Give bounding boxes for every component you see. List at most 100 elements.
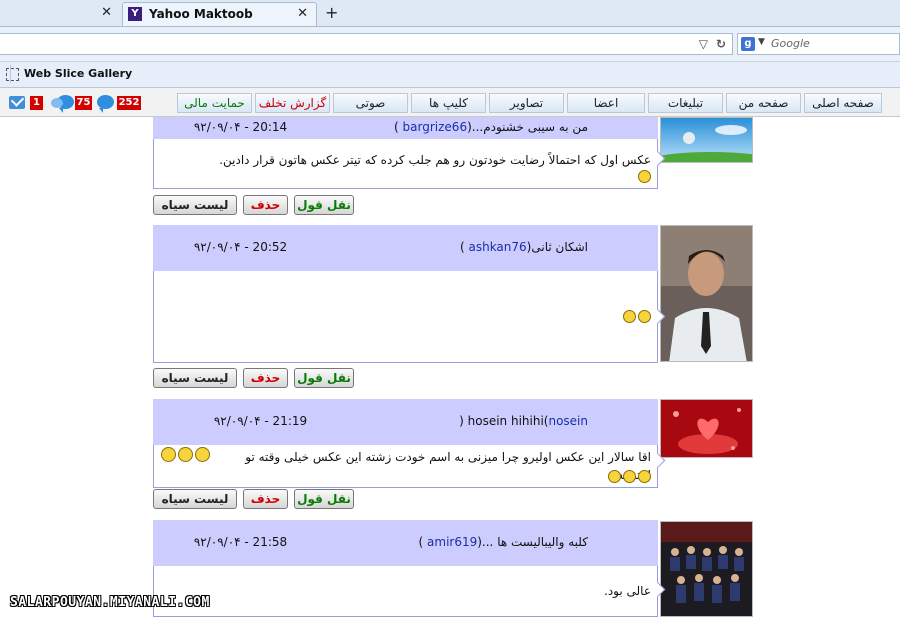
search-input[interactable]: g ▼ Google (737, 33, 900, 55)
nature-icon (661, 118, 752, 162)
tab-title: Yahoo Maktoob (149, 7, 253, 21)
comment-header: ۹۲/۰۹/۰۴ - 21:19 ) hosein hihihi(nosein (153, 399, 658, 445)
nav-ads[interactable]: تبلیغات (648, 93, 723, 113)
red-heart-art-icon (661, 400, 752, 457)
comment-time: ۹۲/۰۹/۰۴ - 20:14 (193, 120, 288, 134)
comment-title-prefix: hosein hihihi( (467, 414, 549, 428)
tab-yahoo-maktoob[interactable]: Y Yahoo Maktoob ✕ (122, 2, 317, 26)
comment-time: ۹۲/۰۹/۰۴ - 20:52 (193, 240, 288, 254)
comment-header: ۹۲/۰۹/۰۴ - 20:52 اشکان ثانی(ashkan76 ) (153, 225, 658, 271)
web-slice-icon (6, 68, 19, 81)
web-slice-gallery-link[interactable]: Web Slice Gallery (4, 65, 132, 83)
comment-time: ۹۲/۰۹/۰۴ - 21:19 (213, 414, 308, 428)
comment-item: ۹۲/۰۹/۰۴ - 20:14 من به سیبی خشنودم...(ba… (153, 117, 753, 217)
comment-title-suffix: ) (459, 414, 464, 428)
comment-title: اشکان ثانی(ashkan76 ) (378, 240, 588, 254)
mail-icon[interactable] (9, 96, 25, 109)
nav-my-page[interactable]: صفحه من (726, 93, 801, 113)
comment-icon[interactable] (97, 95, 114, 113)
watermark: SALARPOUYAN.MIYANALI.COM (10, 595, 210, 610)
comment-actions: لیست سیاه حذف نقل قول (153, 489, 358, 509)
nav-audio[interactable]: صوتی (333, 93, 408, 113)
smiley-icon (195, 447, 210, 462)
web-slice-gallery-label: Web Slice Gallery (24, 67, 133, 80)
comments-list: ۹۲/۰۹/۰۴ - 20:14 من به سیبی خشنودم...(ba… (0, 117, 900, 617)
nav-home[interactable]: صفحه اصلی (804, 93, 882, 113)
new-tab-button[interactable]: + (325, 3, 338, 22)
username-link[interactable]: bargrize66 (403, 120, 468, 134)
chat-icon[interactable] (51, 95, 74, 113)
tab-blank[interactable]: ✕ (0, 2, 120, 26)
smiley-icon (623, 470, 636, 483)
username-link[interactable]: amir619 (427, 535, 477, 549)
smiley-icon (638, 310, 651, 323)
site-nav: 1 75 252 حمایت مالی گزارش تخلف صوتی کلیپ… (0, 88, 900, 117)
comment-actions: لیست سیاه حذف نقل قول (153, 368, 358, 388)
tab-bar: ✕ Y Yahoo Maktoob ✕ + (0, 0, 900, 27)
emoji-row (637, 169, 652, 183)
chat-count-badge: 75 (75, 96, 92, 110)
quote-button[interactable]: نقل قول (294, 195, 354, 215)
avatar[interactable] (660, 225, 753, 362)
delete-button[interactable]: حذف (243, 195, 288, 215)
close-tab-icon[interactable]: ✕ (297, 6, 308, 21)
comment-text: اقا سالار این عکس اولیرو چرا میزنی به اس… (245, 450, 651, 482)
comment-body: عکس اول که احتمالاً رضایت خودتون رو هم ج… (153, 139, 666, 189)
nav-clips[interactable]: کلیپ ها (411, 93, 486, 113)
emoji-row (607, 469, 652, 483)
search-placeholder: Google (771, 37, 810, 50)
comment-title: کلبه والیبالیست ها ...(amir619 ) (378, 535, 588, 549)
delete-button[interactable]: حذف (243, 368, 288, 388)
comment-body (153, 271, 666, 363)
comment-title-prefix: کلبه والیبالیست ها ...( (477, 535, 588, 549)
emoji-row (622, 309, 652, 323)
refresh-icon[interactable]: ↻ (716, 37, 726, 51)
comment-count-badge: 252 (117, 96, 141, 110)
nav-images[interactable]: تصاویر (489, 93, 564, 113)
dropdown-icon[interactable]: ▽ (699, 37, 708, 51)
blacklist-button[interactable]: لیست سیاه (153, 368, 237, 388)
comment-text: عالی بود. (604, 584, 651, 598)
avatar[interactable] (660, 117, 753, 163)
smiley-icon (178, 447, 193, 462)
smiley-icon (608, 470, 621, 483)
mail-count-badge: 1 (30, 96, 43, 110)
username-link[interactable]: nosein (548, 414, 588, 428)
emoji-row (160, 447, 211, 462)
comment-title-suffix: ) (418, 535, 428, 549)
avatar[interactable] (660, 521, 753, 617)
comment-item: ۹۲/۰۹/۰۴ - 21:58 کلبه والیبالیست ها ...(… (153, 520, 753, 617)
smiley-icon (161, 447, 176, 462)
smiley-icon (638, 170, 651, 183)
smiley-icon (638, 470, 651, 483)
comment-item: ۹۲/۰۹/۰۴ - 20:52 اشکان ثانی(ashkan76 ) ل… (153, 225, 753, 390)
username-link[interactable]: ashkan76 (468, 240, 526, 254)
blacklist-button[interactable]: لیست سیاه (153, 489, 237, 509)
google-search-icon[interactable]: g (741, 37, 755, 51)
comment-text: عکس اول که احتمالاً رضایت خودتون رو هم ج… (219, 153, 651, 167)
nav-members[interactable]: اعضا (567, 93, 645, 113)
blacklist-button[interactable]: لیست سیاه (153, 195, 237, 215)
url-input[interactable]: ▽ ↻ (0, 33, 733, 55)
comment-header: ۹۲/۰۹/۰۴ - 20:14 من به سیبی خشنودم...(ba… (153, 117, 658, 139)
yahoo-favicon-icon: Y (128, 7, 142, 21)
comment-item: ۹۲/۰۹/۰۴ - 21:19 ) hosein hihihi(nosein … (153, 399, 753, 514)
team-photo-icon (661, 522, 752, 616)
quote-button[interactable]: نقل قول (294, 489, 354, 509)
address-bar-row: ▽ ↻ g ▼ Google (0, 27, 900, 62)
comment-header: ۹۲/۰۹/۰۴ - 21:58 کلبه والیبالیست ها ...(… (153, 520, 658, 566)
comment-title: من به سیبی خشنودم...(bargrize66 ) (378, 120, 588, 134)
close-tab-icon[interactable]: ✕ (101, 5, 112, 20)
smiley-icon (623, 310, 636, 323)
comment-actions: لیست سیاه حذف نقل قول (153, 195, 358, 215)
comment-title-prefix: اشکان ثانی( (526, 240, 588, 254)
comment-time: ۹۲/۰۹/۰۴ - 21:58 (193, 535, 288, 549)
delete-button[interactable]: حذف (243, 489, 288, 509)
avatar[interactable] (660, 399, 753, 458)
quote-button[interactable]: نقل قول (294, 368, 354, 388)
chevron-down-icon[interactable]: ▼ (758, 37, 765, 47)
person-photo-icon (661, 226, 752, 361)
nav-report[interactable]: گزارش تخلف (255, 93, 330, 113)
nav-donate[interactable]: حمایت مالی (177, 93, 252, 113)
comment-title-prefix: من به سیبی خشنودم...( (467, 120, 588, 134)
